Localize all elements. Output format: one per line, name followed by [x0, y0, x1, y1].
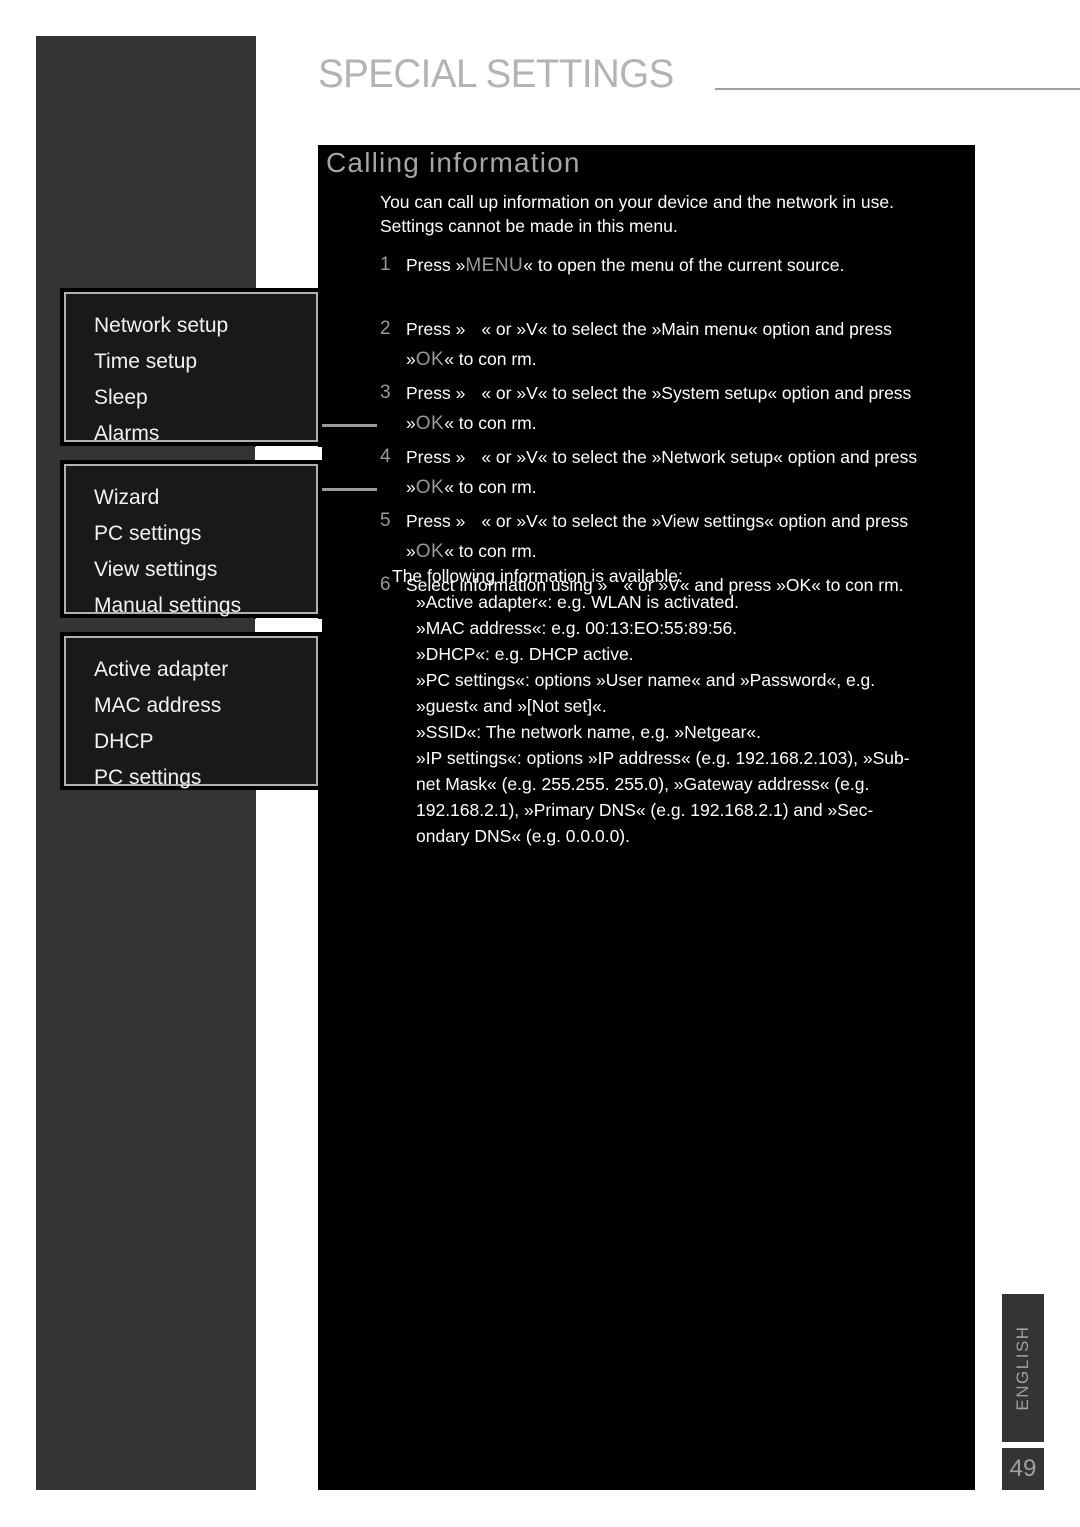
- osd-menu-item[interactable]: MAC address: [94, 688, 316, 724]
- step-2-line-2: »OK« to con rm.: [406, 344, 892, 375]
- osd-separator-gap: [255, 619, 322, 632]
- list-item: ondary DNS« (e.g. 0.0.0.0).: [416, 826, 630, 846]
- step-2-number: 2: [380, 318, 391, 339]
- ok-key-label: OK: [415, 541, 445, 562]
- list-item: »Active adapter«: e.g. WLAN is activated…: [416, 592, 739, 612]
- step-1-text-a: Press »: [406, 255, 466, 275]
- step-3-line-2-b: « to con rm.: [444, 413, 537, 433]
- step-4-text: Press » « or »V« to select the »Network s…: [406, 442, 917, 503]
- step-1-number: 1: [380, 254, 391, 275]
- step-4-line-2: »OK« to con rm.: [406, 472, 917, 503]
- page-header: SPECIAL SETTINGS: [318, 52, 1080, 108]
- osd-menu-item[interactable]: Active adapter: [94, 652, 316, 688]
- list-item: 192.168.2.1), »Primary DNS« (e.g. 192.16…: [416, 800, 874, 820]
- step-5-text-b: « or »V« to select the »View settings« o…: [481, 511, 909, 531]
- step-4-text-b: « or »V« to select the »Network setup« o…: [481, 447, 918, 467]
- step-4-line-2-a: »: [406, 477, 416, 497]
- sublist-intro: The following information is available:: [392, 566, 683, 586]
- step-4-number: 4: [380, 446, 391, 467]
- list-item: »DHCP«: e.g. DHCP active.: [416, 644, 634, 664]
- information-sublist: The following information is available: …: [380, 563, 910, 849]
- ok-key-label: OK: [415, 349, 445, 370]
- step-2-line-2-b: « to con rm.: [444, 349, 537, 369]
- osd-separator-gap: [255, 447, 322, 460]
- step-2-text-a: Press »: [406, 319, 466, 339]
- step-4-line-2-b: « to con rm.: [444, 477, 537, 497]
- step-3-text-a: Press »: [406, 383, 466, 403]
- step-2-line-2-a: »: [406, 349, 416, 369]
- list-item: »MAC address«: e.g. 00:13:EO:55:89:56.: [416, 618, 738, 638]
- title-underline-rule: [715, 88, 1080, 90]
- intro-paragraph: You can call up information on your devi…: [380, 190, 894, 238]
- step-5-text: Press » « or »V« to select the »View sett…: [406, 506, 908, 567]
- section-heading: Calling information: [326, 147, 581, 178]
- step-3-text-b: « or »V« to select the »System setup« op…: [481, 383, 912, 403]
- list-item: »PC settings«: options »User name« and »…: [416, 670, 876, 690]
- list-item: »SSID«: The network name, e.g. »Netgear«…: [416, 722, 762, 742]
- page-title: SPECIAL SETTINGS: [318, 52, 674, 96]
- step-1-text: Press »MENU« to open the menu of the cur…: [406, 250, 844, 281]
- intro-line-2: Settings cannot be made in this menu.: [380, 216, 678, 236]
- osd-menu-item[interactable]: DHCP: [94, 724, 316, 760]
- osd-menu-item[interactable]: Sleep: [94, 380, 316, 416]
- osd-system-setup-menu: Network setup Time setup Sleep Alarms: [60, 288, 322, 446]
- list-item: net Mask« (e.g. 255.255. 255.0), »Gatewa…: [416, 774, 870, 794]
- step-5-line-2-a: »: [406, 541, 416, 561]
- step-4-text-a: Press »: [406, 447, 466, 467]
- ok-key-label: OK: [415, 413, 445, 434]
- page-number: 49: [1002, 1448, 1044, 1490]
- step-3-number: 3: [380, 382, 391, 403]
- step-3-line-2: »OK« to con rm.: [406, 408, 911, 439]
- step-2-text: Press » « or »V« to select the »Main menu…: [406, 314, 892, 375]
- ok-key-label: OK: [415, 477, 445, 498]
- list-item: »guest« and »[Not set]«.: [416, 696, 607, 716]
- step-5-line-2-b: « to con rm.: [444, 541, 537, 561]
- intro-line-1: You can call up information on your devi…: [380, 192, 894, 212]
- step-2-text-b: « or »V« to select the »Main menu« optio…: [481, 319, 892, 339]
- language-label: ENGLISH: [1013, 1325, 1032, 1411]
- content-panel: Calling information You can call up info…: [318, 145, 975, 1490]
- osd-menu-item[interactable]: Network setup: [94, 308, 316, 344]
- menu-key-label: MENU: [465, 255, 524, 276]
- step-3-text: Press » « or »V« to select the »System se…: [406, 378, 911, 439]
- osd-menu-item[interactable]: Wizard: [94, 480, 316, 516]
- osd-menu-item[interactable]: PC settings: [94, 516, 316, 552]
- osd-menu-item[interactable]: View settings: [94, 552, 316, 588]
- osd-menu-item[interactable]: PC settings: [94, 760, 316, 796]
- osd-menu-item[interactable]: Time setup: [94, 344, 316, 380]
- connector-line-network-setup: [322, 424, 377, 427]
- step-5-text-a: Press »: [406, 511, 466, 531]
- step-3-line-2-a: »: [406, 413, 416, 433]
- step-5-number: 5: [380, 510, 391, 531]
- step-1-text-b: « to open the menu of the current source…: [523, 255, 845, 275]
- osd-view-settings-menu: Active adapter MAC address DHCP PC setti…: [60, 632, 322, 790]
- osd-network-setup-menu: Wizard PC settings View settings Manual …: [60, 460, 322, 618]
- list-item: »IP settings«: options »IP address« (e.g…: [416, 748, 910, 768]
- connector-line-view-settings: [322, 488, 377, 491]
- language-tab: ENGLISH: [1002, 1294, 1044, 1442]
